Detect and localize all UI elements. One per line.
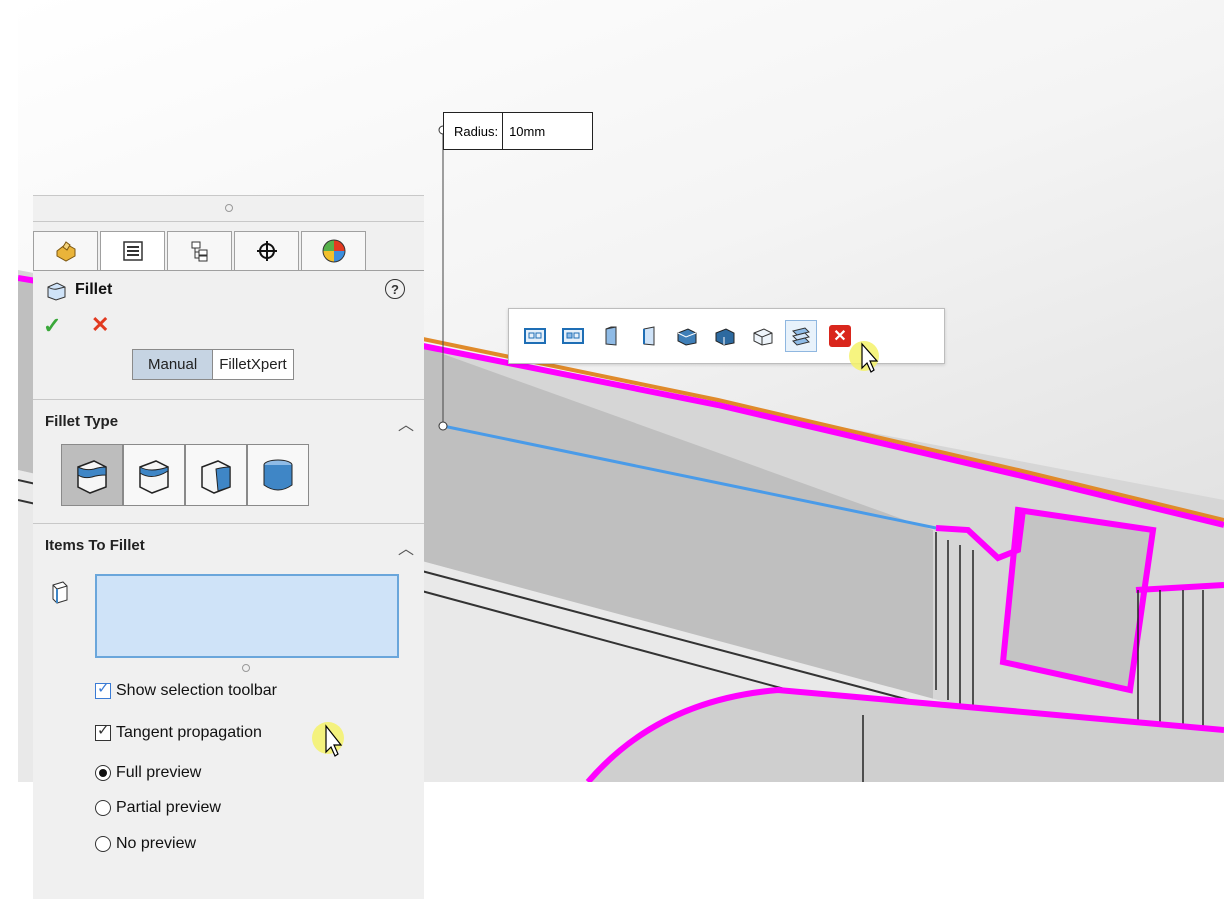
tangent-propagation-checkbox[interactable]: ✓ <box>95 722 111 741</box>
partial-preview-option[interactable]: Partial preview <box>95 799 221 817</box>
no-preview-option[interactable]: No preview <box>95 835 196 853</box>
fillet-type-options <box>33 444 424 523</box>
no-preview-radio[interactable] <box>95 836 111 852</box>
fillet-feature-icon <box>47 282 66 301</box>
select-face-edges-alt-icon[interactable] <box>633 320 665 352</box>
mode-switch: Manual FilletXpert <box>33 349 424 399</box>
full-preview-radio[interactable] <box>95 765 111 781</box>
select-feature-edges-alt-icon[interactable] <box>709 320 741 352</box>
mouse-cursor-icon <box>848 338 884 383</box>
select-loop-alt-icon[interactable] <box>557 320 589 352</box>
manager-tabs <box>33 222 424 271</box>
select-connected-icon[interactable] <box>785 320 817 352</box>
property-manager-panel: Fillet ? ✓ ✕ Manual FilletXpert Fillet T… <box>33 195 424 899</box>
full-preview-label: Full preview <box>116 764 202 781</box>
chevron-up-icon[interactable]: ︿ <box>398 411 414 435</box>
tangent-propagation-option[interactable]: ✓ Tangent propagation <box>95 722 262 742</box>
filletxpert-mode-button[interactable]: FilletXpert <box>213 350 293 379</box>
tab-dimxpert-manager[interactable] <box>234 231 299 270</box>
select-feature-edges-icon[interactable] <box>671 320 703 352</box>
configuration-manager-icon <box>191 241 207 262</box>
tangent-propagation-label: Tangent propagation <box>116 724 262 741</box>
radius-callout[interactable]: Radius: 10mm <box>443 112 593 150</box>
confirm-row: ✓ ✕ <box>33 309 424 349</box>
cancel-button[interactable]: ✕ <box>91 312 109 338</box>
property-manager-icon <box>122 241 143 261</box>
tab-feature-manager[interactable] <box>33 231 98 270</box>
feature-manager-icon <box>56 241 75 262</box>
tab-property-manager[interactable] <box>100 231 165 270</box>
manual-mode-button[interactable]: Manual <box>133 350 214 379</box>
show-selection-toolbar-label: Show selection toolbar <box>116 682 277 699</box>
tab-display-manager[interactable] <box>301 231 366 270</box>
no-preview-label: No preview <box>116 835 197 852</box>
help-icon[interactable]: ? <box>385 279 405 299</box>
ok-button[interactable]: ✓ <box>43 313 61 339</box>
fillet-type-section-header[interactable]: Fillet Type ︿ <box>33 400 424 444</box>
full-preview-option[interactable]: Full preview <box>95 764 201 782</box>
selection-list-box[interactable] <box>95 574 399 658</box>
page-title: Fillet <box>75 281 113 298</box>
full-round-fillet-icon[interactable] <box>247 444 309 506</box>
fillet-type-heading: Fillet Type <box>45 413 119 430</box>
dimxpert-icon <box>256 241 277 261</box>
panel-title-row: Fillet ? <box>33 271 424 309</box>
items-to-fillet-section-header[interactable]: Items To Fillet ︿ <box>33 524 424 568</box>
display-manager-icon <box>322 239 345 263</box>
select-face-edges-icon[interactable] <box>595 320 627 352</box>
show-selection-toolbar-checkbox[interactable]: ✓ <box>95 680 111 699</box>
items-to-fillet-heading: Items To Fillet <box>45 537 145 554</box>
partial-preview-radio[interactable] <box>95 800 111 816</box>
mouse-cursor-icon <box>310 720 350 769</box>
list-resize-handle-icon[interactable] <box>242 664 250 672</box>
variable-size-fillet-icon[interactable] <box>123 444 185 506</box>
tab-configuration-manager[interactable] <box>167 231 232 270</box>
items-to-fillet-body: ✓ Show selection toolbar ✓ Tangent propa… <box>33 568 424 852</box>
radius-label: Radius: <box>444 113 504 149</box>
select-loop-icon[interactable] <box>519 320 551 352</box>
radius-value[interactable]: 10mm <box>503 124 545 139</box>
constant-size-fillet-icon[interactable] <box>61 444 123 506</box>
select-all-edges-icon[interactable] <box>747 320 779 352</box>
panel-grip[interactable] <box>33 195 424 222</box>
face-fillet-icon[interactable] <box>185 444 247 506</box>
chevron-up-icon[interactable]: ︿ <box>398 535 414 559</box>
show-selection-toolbar-option[interactable]: ✓ Show selection toolbar <box>95 680 277 700</box>
grip-handle-icon <box>225 204 233 212</box>
edge-face-selection-icon <box>52 581 68 604</box>
partial-preview-label: Partial preview <box>116 799 221 816</box>
